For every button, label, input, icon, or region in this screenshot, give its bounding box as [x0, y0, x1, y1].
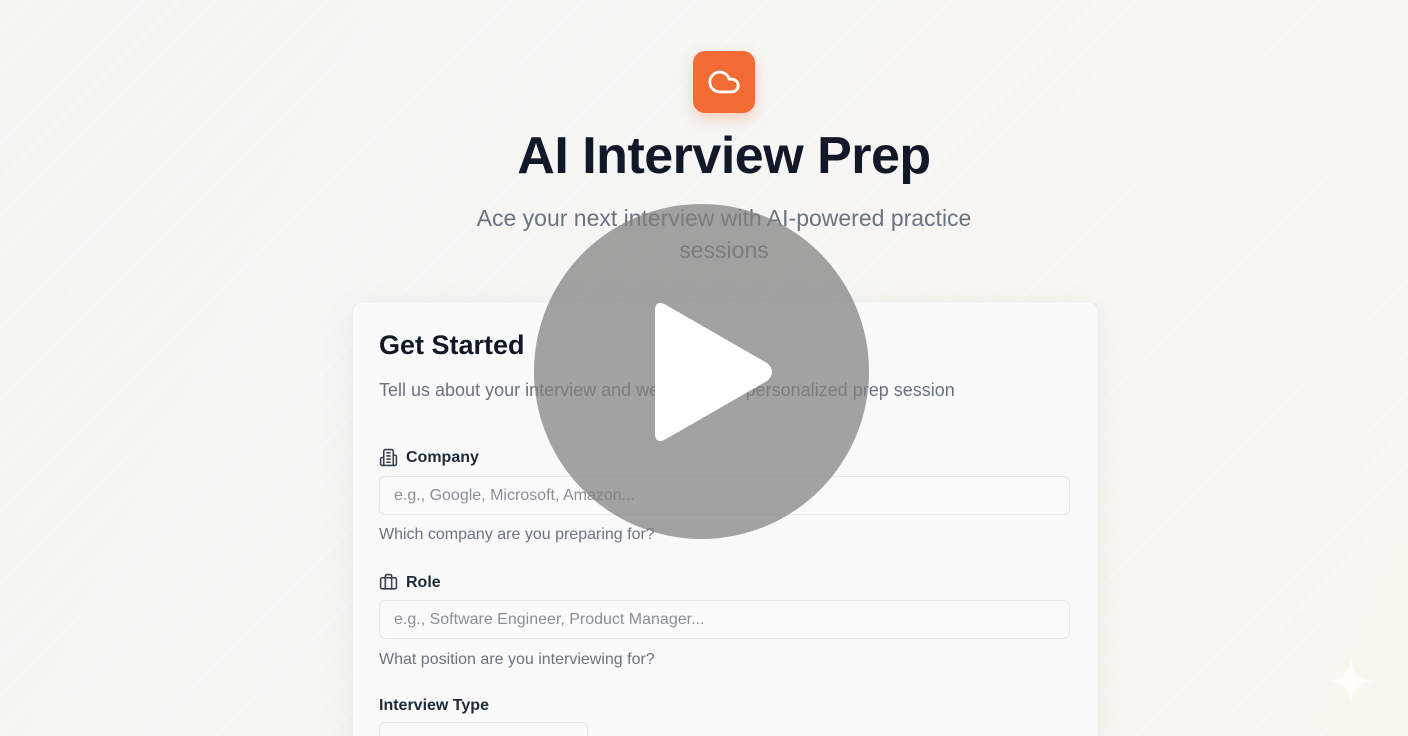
- briefcase-icon: [379, 573, 398, 590]
- building-icon: [379, 448, 398, 467]
- role-input[interactable]: [379, 600, 1070, 639]
- card-title: Get Started: [379, 330, 525, 360]
- role-helper: What position are you interviewing for?: [379, 651, 655, 668]
- interview-type-select[interactable]: [379, 722, 588, 736]
- company-helper: Which company are you preparing for?: [379, 526, 655, 543]
- role-label: Role: [379, 573, 441, 592]
- page-title: AI Interview Prep: [517, 127, 931, 185]
- company-label: Company: [379, 448, 479, 467]
- sparkle-icon: [1328, 658, 1374, 704]
- app-logo: [693, 51, 755, 113]
- video-play-button[interactable]: [534, 204, 869, 539]
- interview-type-label-text: Interview Type: [379, 697, 489, 714]
- interview-type-label: Interview Type: [379, 697, 489, 715]
- play-icon: [654, 302, 772, 441]
- company-label-text: Company: [406, 448, 479, 466]
- role-label-text: Role: [406, 573, 441, 591]
- cloud-icon: [708, 70, 740, 94]
